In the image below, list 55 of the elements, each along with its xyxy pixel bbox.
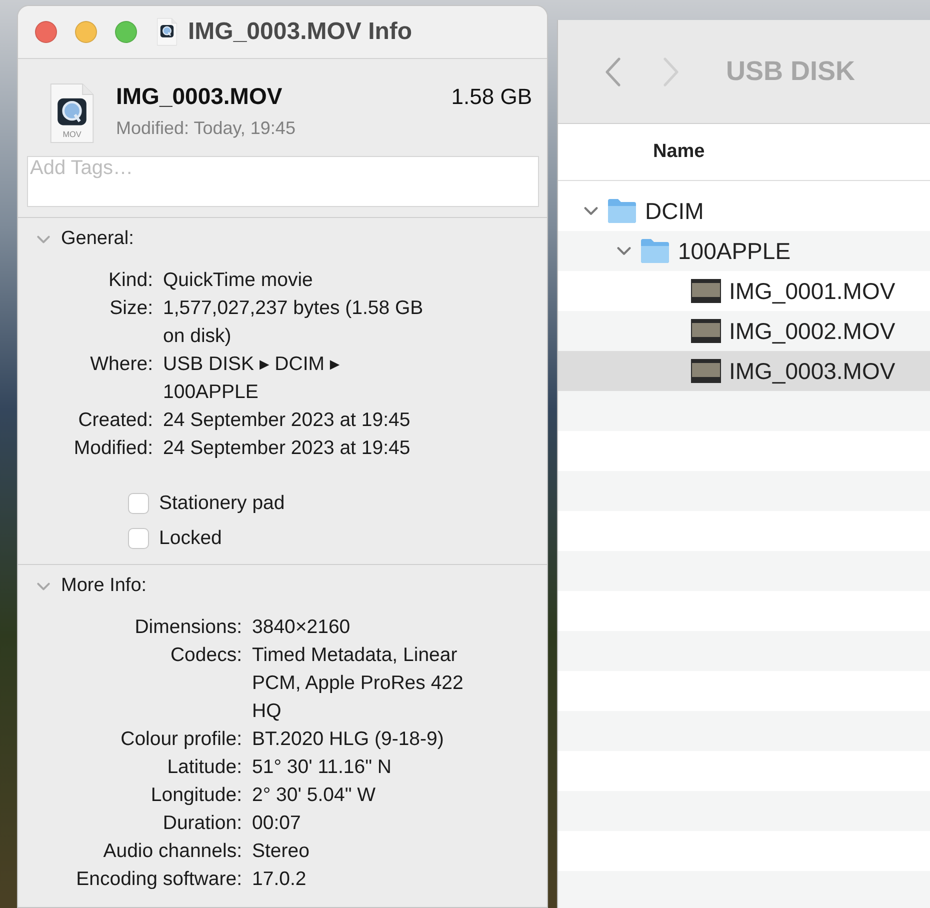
checkbox-option[interactable]: Stationery pad	[128, 492, 547, 516]
info-label: Longitude:	[150, 783, 242, 808]
info-value: 1,577,027,237 bytes (1.58 GB on disk)	[163, 296, 424, 350]
file-row[interactable]: IMG_0003.MOV	[558, 351, 930, 391]
info-label: Size:	[108, 296, 153, 322]
info-value: 51° 30' 11.16" N	[252, 755, 393, 780]
info-value: BT.2020 HLG (9-18-9)	[252, 727, 445, 752]
file-size: 1.58 GB	[451, 84, 532, 110]
file-row[interactable]: 100APPLE	[558, 231, 930, 271]
info-value: 3840×2160	[252, 615, 352, 640]
zoom-button[interactable]	[115, 21, 137, 43]
info-value: QuickTime movie	[163, 268, 314, 294]
back-button[interactable]	[604, 56, 622, 86]
info-value: USB DISK ▸ DCIM ▸ 100APPLE	[163, 352, 341, 406]
video-thumbnail	[691, 359, 721, 383]
info-label: Duration:	[162, 811, 242, 836]
info-value: 2° 30' 5.04" W	[252, 783, 377, 808]
info-label: Dimensions:	[134, 615, 242, 640]
section-header[interactable]: General:	[18, 226, 134, 252]
window-title: IMG_0003.MOV Info	[188, 18, 412, 46]
info-value: 24 September 2023 at 19:45	[163, 408, 412, 434]
column-title[interactable]: Name	[653, 141, 705, 163]
info-value: 00:07	[252, 811, 302, 836]
close-button[interactable]	[35, 21, 57, 43]
section-header[interactable]: More Info:	[18, 573, 147, 600]
checkbox-option[interactable]: Locked	[128, 527, 547, 550]
file-name: IMG_0003.MOV	[116, 83, 282, 110]
movie-file-icon	[156, 18, 178, 46]
video-thumbnail	[691, 279, 721, 303]
info-value: 17.0.2	[252, 867, 308, 892]
video-thumbnail	[691, 319, 721, 343]
info-label: Encoding software:	[75, 867, 242, 892]
folder-icon	[607, 198, 637, 224]
info-value: 24 September 2023 at 19:45	[163, 436, 412, 462]
info-label: Kind:	[108, 268, 153, 294]
file-row[interactable]: IMG_0002.MOV	[558, 311, 930, 351]
info-label: Audio channels:	[102, 839, 242, 864]
minimize-button[interactable]	[75, 21, 97, 43]
info-label: Created:	[77, 408, 153, 434]
info-label: Codecs:	[169, 643, 242, 668]
forward-button[interactable]	[662, 56, 680, 86]
info-label: Latitude:	[166, 755, 242, 780]
checkbox[interactable]	[128, 493, 149, 514]
info-label: Colour profile:	[120, 727, 242, 752]
file-type-label: MOV	[62, 130, 82, 139]
info-label: Modified:	[72, 436, 153, 462]
folder-title: USB DISK	[726, 56, 856, 87]
modified-date: Modified: Today, 19:45	[116, 118, 296, 139]
info-label: Where:	[89, 352, 153, 378]
info-value: Timed Metadata, Linear PCM, Apple ProRes 422 HQ	[252, 643, 464, 724]
info-value: Stereo	[252, 839, 310, 864]
tags-field[interactable]: Add Tags…	[27, 156, 539, 208]
movie-file-icon	[48, 83, 96, 144]
folder-icon	[640, 238, 670, 264]
checkbox[interactable]	[128, 528, 149, 550]
